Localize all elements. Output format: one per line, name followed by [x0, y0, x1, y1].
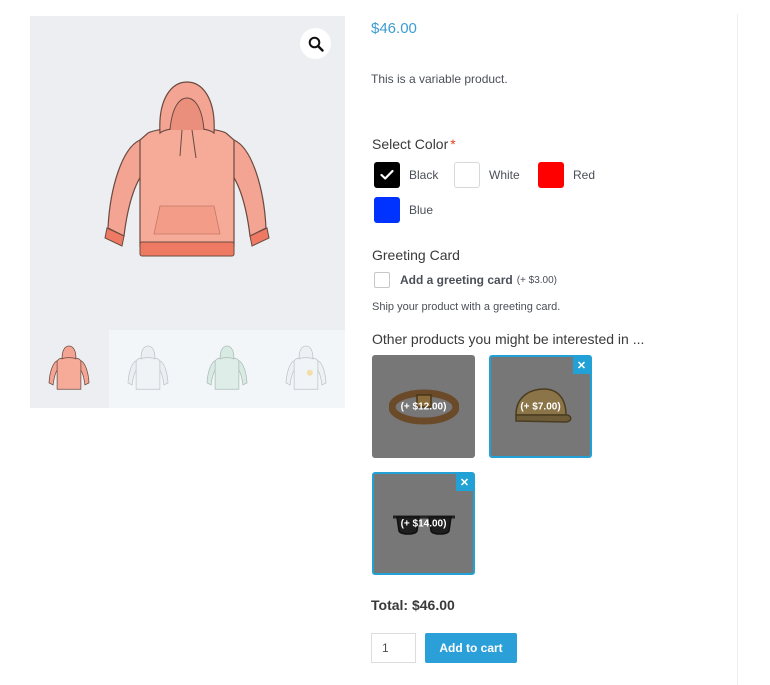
search-icon	[308, 36, 324, 52]
belt-price: (+ $12.00)	[400, 401, 447, 412]
hoodie-thumbnail-icon	[49, 345, 90, 390]
hoodie-thumbnail-icon	[206, 345, 248, 390]
related-products-title: Other products you might be interested i…	[372, 331, 645, 347]
required-marker: *	[450, 136, 456, 152]
add-to-cart-button[interactable]: Add to cart	[425, 633, 517, 663]
swatch-blue[interactable]	[374, 197, 400, 223]
select-color-label: Select Color *	[372, 136, 456, 152]
greeting-card-title: Greeting Card	[372, 247, 460, 263]
greeting-card-note: Ship your product with a greeting card.	[372, 301, 561, 313]
swatch-label-black: Black	[409, 168, 439, 182]
thumbnail-hoodie-green[interactable]	[187, 330, 267, 408]
thumbnail-hoodie-logo[interactable]	[266, 330, 345, 408]
order-total: Total: $46.00	[371, 597, 455, 613]
hoodie-thumbnail-icon	[285, 345, 326, 390]
related-product-cap[interactable]: (+ $7.00) ✕	[489, 355, 592, 458]
main-product-image[interactable]	[30, 16, 345, 330]
color-swatch-row-2: Blue	[374, 197, 433, 223]
color-option-white[interactable]: White	[454, 162, 538, 188]
hoodie-image	[104, 81, 270, 257]
greeting-card-label: Add a greeting card	[400, 273, 513, 287]
select-color-text: Select Color	[372, 136, 449, 152]
swatch-label-red: Red	[573, 168, 596, 182]
related-product-sunglasses[interactable]: (+ $14.00) ✕	[372, 472, 475, 575]
greeting-card-option[interactable]: Add a greeting card (+ $3.00)	[374, 272, 557, 288]
quantity-input[interactable]	[371, 633, 416, 663]
hoodie-thumbnail-icon	[127, 345, 169, 390]
sunglasses-price: (+ $14.00)	[400, 518, 447, 529]
swatch-black[interactable]	[374, 162, 400, 188]
color-option-red[interactable]: Red	[538, 162, 595, 188]
product-gallery	[30, 16, 345, 408]
zoom-button[interactable]	[300, 28, 331, 59]
swatch-label-blue: Blue	[409, 203, 434, 217]
content-divider	[737, 14, 738, 685]
greeting-card-price: (+ $3.00)	[516, 274, 557, 286]
thumbnail-hoodie-white[interactable]	[108, 330, 188, 408]
remove-sunglasses-button[interactable]: ✕	[456, 474, 473, 491]
color-option-black[interactable]: Black	[374, 162, 454, 188]
checkmark-icon	[380, 169, 394, 180]
swatch-label-white: White	[489, 168, 520, 182]
greeting-card-checkbox[interactable]	[374, 272, 390, 288]
short-description: This is a variable product.	[371, 72, 508, 86]
related-product-belt[interactable]: (+ $12.00)	[372, 355, 475, 458]
color-option-blue[interactable]: Blue	[374, 197, 433, 223]
swatch-white[interactable]	[454, 162, 480, 188]
color-swatch-row-1: Black White Red	[374, 162, 595, 188]
product-price: $46.00	[371, 20, 417, 37]
remove-cap-button[interactable]: ✕	[573, 357, 590, 374]
swatch-red[interactable]	[538, 162, 564, 188]
thumbnail-hoodie-red[interactable]	[30, 330, 109, 408]
thumbnail-strip	[30, 330, 345, 408]
cap-price: (+ $7.00)	[520, 401, 561, 412]
